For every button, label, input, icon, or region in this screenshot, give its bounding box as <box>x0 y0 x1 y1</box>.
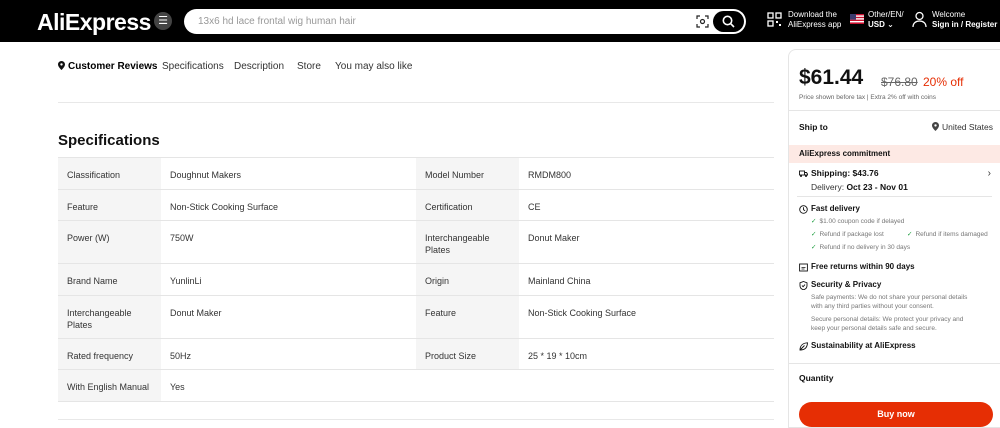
tab-store[interactable]: Store <box>297 61 321 72</box>
quantity-label: Quantity <box>799 373 834 383</box>
spec-value: Donut Maker <box>170 308 222 318</box>
spec-key: Brand Name <box>58 264 161 295</box>
menu-icon[interactable]: ☰ <box>154 12 172 30</box>
spec-value: Donut Maker <box>528 233 580 243</box>
locale-selector[interactable]: Other/EN/ USD ⌄ <box>868 10 904 30</box>
security-text: with any third parties without your cons… <box>811 303 934 310</box>
table-row: Power (W) 750W Interchangeable Plates Do… <box>58 221 774 264</box>
specifications-table: Classification Doughnut Makers Model Num… <box>58 157 774 402</box>
spec-key: With English Manual <box>58 370 161 401</box>
security-text: keep your personal details safe and secu… <box>811 325 937 332</box>
spec-value: CE <box>528 202 541 212</box>
spec-key: Origin <box>416 264 519 295</box>
tab-specifications[interactable]: Specifications <box>162 61 224 72</box>
free-returns: Free returns within 90 days <box>811 262 915 271</box>
truck-icon <box>799 170 808 177</box>
spec-key: Interchangeable Plates <box>58 296 161 338</box>
fast-delivery-item: ✓ Refund if items damaged <box>907 231 988 238</box>
clock-icon <box>799 205 808 214</box>
current-price: $61.44 <box>799 66 864 89</box>
security-text: Secure personal details: We protect your… <box>811 316 964 323</box>
location-pin-icon <box>58 61 65 70</box>
spec-value: 25 * 19 * 10cm <box>528 351 588 361</box>
search-input[interactable] <box>198 13 678 30</box>
search-icon <box>722 15 735 28</box>
shield-icon <box>799 281 808 290</box>
location-pin-icon <box>931 122 939 131</box>
spec-key: Certification <box>416 190 519 220</box>
security-privacy-title: Security & Privacy <box>811 280 882 289</box>
qr-code-icon[interactable] <box>767 12 782 27</box>
security-text: Safe payments: We do not share your pers… <box>811 294 968 301</box>
spec-value: Yes <box>170 382 185 392</box>
fast-delivery-item: ✓ Refund if package lost <box>811 231 884 238</box>
ship-to-label: Ship to <box>799 122 828 132</box>
panel-divider <box>789 110 1000 111</box>
fast-delivery-item: ✓ $1.00 coupon code if delayed <box>811 218 905 225</box>
fast-delivery-item: ✓ Refund if no delivery in 30 days <box>811 244 911 251</box>
spec-value: 50Hz <box>170 351 192 361</box>
tab-customer-reviews[interactable]: Customer Reviews <box>58 61 157 72</box>
spec-value: 750W <box>170 233 194 243</box>
spec-key: Feature <box>58 190 161 220</box>
table-row: Classification Doughnut Makers Model Num… <box>58 158 774 190</box>
table-row: Interchangeable Plates Donut Maker Featu… <box>58 296 774 339</box>
delivery-estimate: Delivery: Oct 23 - Nov 01 <box>811 182 908 192</box>
spec-key: Feature <box>416 296 519 338</box>
camera-search-icon[interactable] <box>696 15 709 28</box>
spec-value: Doughnut Makers <box>170 170 242 180</box>
tab-you-may-also-like[interactable]: You may also like <box>335 61 412 72</box>
spec-key: Model Number <box>416 158 519 189</box>
spec-value: Non-Stick Cooking Surface <box>170 202 279 212</box>
table-row: Feature Non-Stick Cooking Surface Certif… <box>58 190 774 221</box>
chevron-right-icon[interactable]: › <box>988 168 991 179</box>
original-price: $76.80 <box>881 75 918 89</box>
return-icon <box>799 263 808 272</box>
spec-key: Rated frequency <box>58 339 161 369</box>
panel-divider <box>789 363 1000 364</box>
purchase-panel: $61.44 $76.80 20% off Price shown before… <box>788 49 1000 428</box>
spec-value: Mainland China <box>528 276 591 286</box>
spec-key: Product Size <box>416 339 519 369</box>
spec-key: Power (W) <box>58 221 161 263</box>
tab-description[interactable]: Description <box>234 61 284 72</box>
discount-badge: 20% off <box>923 75 964 89</box>
shipping-cost[interactable]: Shipping: $43.76 <box>811 168 879 178</box>
user-icon[interactable] <box>912 11 927 28</box>
table-row: With English Manual Yes <box>58 370 774 402</box>
ship-to-selector[interactable]: United States <box>931 122 993 132</box>
fast-delivery-title: Fast delivery <box>811 204 860 213</box>
us-flag-icon <box>850 14 864 24</box>
spec-key: Classification <box>58 158 161 189</box>
top-header: AliExpress ☰ Download the AliExpress app… <box>0 0 1000 42</box>
spec-key: Interchangeable Plates <box>416 221 519 263</box>
download-app-link[interactable]: Download the AliExpress app <box>788 10 841 30</box>
sustainability-link[interactable]: Sustainability at AliExpress <box>811 341 916 350</box>
account-menu[interactable]: Welcome Sign in / Register <box>932 10 997 30</box>
panel-divider <box>797 196 992 197</box>
spec-value: RMDM800 <box>528 170 572 180</box>
search-button[interactable] <box>713 11 744 32</box>
search-bar <box>184 9 746 34</box>
spec-value: Non-Stick Cooking Surface <box>528 308 637 318</box>
commitment-banner: AliExpress commitment <box>789 145 1000 163</box>
section-divider <box>58 419 774 420</box>
table-row: Rated frequency 50Hz Product Size 25 * 1… <box>58 339 774 370</box>
chevron-down-icon: ⌄ <box>884 20 894 29</box>
table-row: Brand Name YunlinLi Origin Mainland Chin… <box>58 264 774 296</box>
spec-value: YunlinLi <box>170 276 202 286</box>
buy-now-button[interactable]: Buy now <box>799 402 993 427</box>
specifications-title: Specifications <box>58 132 160 149</box>
aliexpress-logo[interactable]: AliExpress <box>37 9 151 36</box>
tax-note: Price shown before tax | Extra 2% off wi… <box>799 94 937 101</box>
section-divider <box>58 102 774 103</box>
leaf-icon <box>799 342 808 351</box>
